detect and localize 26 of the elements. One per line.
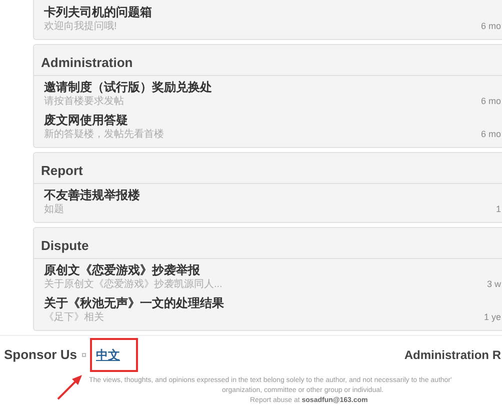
thread-title[interactable]: 卡列夫司机的问题箱 [44, 4, 152, 20]
thread-time: 6 mo [480, 128, 501, 140]
sponsor-heading: Sponsor Us [4, 346, 77, 364]
section-heading: Dispute [41, 238, 89, 253]
thread-time: 3 w [486, 278, 501, 290]
pointer-arrow [56, 373, 84, 401]
thread-title[interactable]: 关于《秋池无声》一文的处理结果 [44, 295, 224, 311]
thread-time: 6 mo [480, 20, 501, 32]
thread-title[interactable]: 不友善违规举报楼 [44, 187, 140, 203]
language-link[interactable]: 中文 [96, 348, 120, 362]
thread-time: 1 ye [484, 310, 501, 324]
section-heading: Report [41, 163, 83, 178]
thread-time: 6 mo [480, 94, 501, 108]
thread-title[interactable]: 废文网使用答疑 [44, 112, 164, 128]
flag-icon [82, 353, 86, 357]
thread-description: 《足下》相关 [44, 311, 105, 325]
footer-heading: Administration R [404, 347, 501, 364]
thread-time: 1 [496, 202, 501, 216]
thread-description: 新的答疑楼，发帖先看首楼 [44, 128, 164, 142]
thread-title[interactable]: 邀请制度（试行版）奖励兑换处 [44, 79, 212, 95]
section-heading: Administration [41, 55, 133, 70]
thread-description: 请按首楼要求发帖 [44, 95, 125, 109]
thread-description: 如题 [44, 203, 65, 217]
thread-description: 欢迎向我提问哦! [44, 20, 118, 34]
thread-title[interactable]: 原创文《恋爱游戏》抄袭举报 [44, 262, 222, 278]
thread-description: 关于原创文《恋爱游戏》抄袭凯源同人... [44, 278, 222, 292]
